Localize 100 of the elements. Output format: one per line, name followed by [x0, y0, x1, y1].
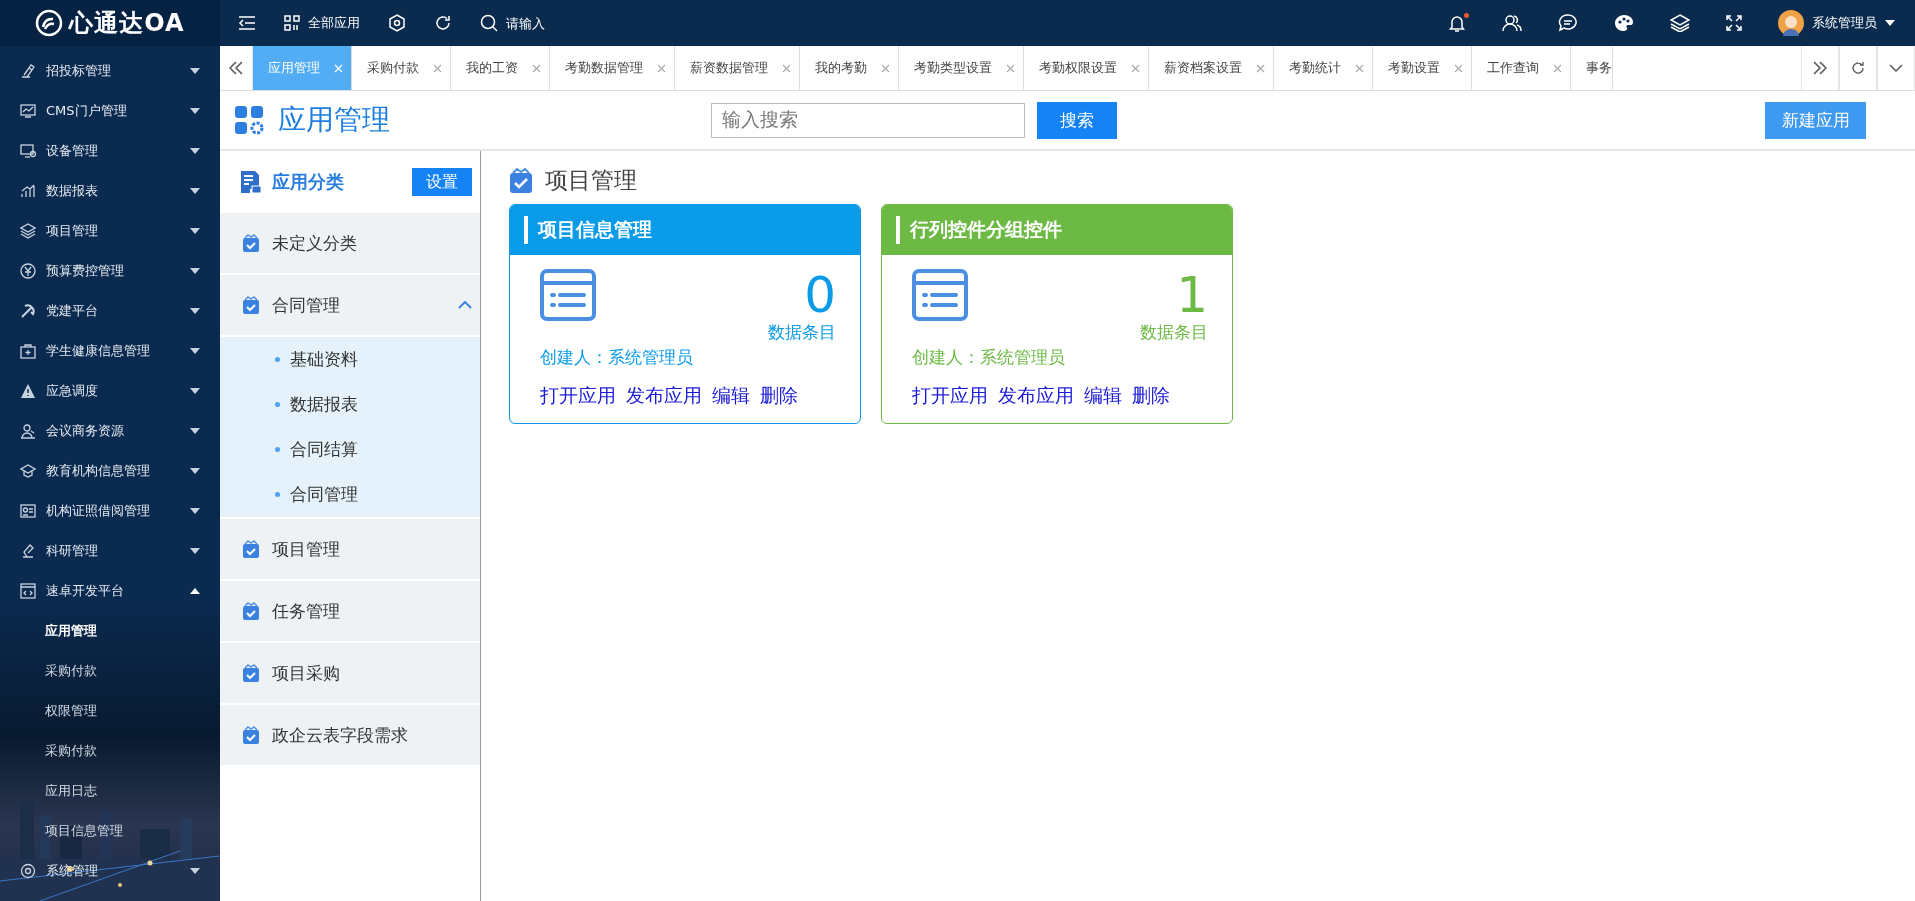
submenu-item[interactable]: 权限管理 — [0, 691, 220, 731]
tab[interactable]: 考勤权限设置 — [1024, 46, 1149, 90]
record-count: 1 — [1176, 269, 1208, 321]
layers-icon[interactable] — [1670, 14, 1690, 32]
box-icon — [242, 295, 260, 315]
tab[interactable]: 考勤类型设置 — [899, 46, 1024, 90]
tab[interactable]: 我的考勤 — [800, 46, 899, 90]
category-item[interactable]: 未定义分类 — [220, 213, 480, 275]
menu-icon[interactable] — [238, 15, 256, 31]
bullet-icon — [275, 402, 280, 407]
tab[interactable]: 薪资数据管理 — [675, 46, 800, 90]
sidebar-item[interactable]: 科研管理 — [0, 531, 220, 571]
caret-icon[interactable] — [190, 588, 200, 594]
caret-icon[interactable] — [190, 188, 200, 194]
category-item[interactable]: 项目采购 — [220, 643, 480, 705]
card-title: 行列控件分组控件 — [910, 217, 1062, 242]
tab[interactable]: 我的工资 — [451, 46, 550, 90]
caret-icon[interactable] — [190, 228, 200, 234]
logo-text: 心通达OA — [69, 8, 185, 39]
action-link[interactable]: 发布应用 — [626, 383, 702, 409]
subcategory-item[interactable]: 合同管理 — [290, 483, 358, 506]
search-field[interactable]: 请输入 — [506, 15, 626, 31]
settings-button[interactable]: 设置 — [412, 168, 472, 196]
menu-item-icon — [20, 863, 36, 879]
sidebar-item[interactable]: 学生健康信息管理 — [0, 331, 220, 371]
caret-icon[interactable] — [190, 868, 200, 874]
sidebar-item[interactable]: 项目管理 — [0, 211, 220, 251]
action-link[interactable]: 打开应用 — [912, 383, 988, 409]
tab[interactable]: 薪资档案设置 — [1149, 46, 1274, 90]
all-apps-link[interactable]: 全部应用 — [308, 14, 360, 32]
caret-icon[interactable] — [190, 508, 200, 514]
sidebar-item[interactable]: 系统管理 — [0, 851, 220, 891]
submenu-item[interactable]: 采购付款 — [0, 651, 220, 691]
double-chevron-right-icon[interactable] — [1813, 61, 1827, 75]
submenu-item[interactable]: 应用日志 — [0, 771, 220, 811]
action-link[interactable]: 删除 — [1132, 383, 1170, 409]
document-icon — [240, 170, 262, 194]
sidebar-item[interactable]: 应急调度 — [0, 371, 220, 411]
double-chevron-left-icon[interactable] — [229, 61, 243, 75]
user-name[interactable]: 系统管理员 — [1812, 14, 1877, 32]
tab[interactable]: 考勤数据管理 — [550, 46, 675, 90]
action-link[interactable]: 打开应用 — [540, 383, 616, 409]
subcategory-item[interactable]: 基础资料 — [290, 348, 358, 371]
menu-item-icon — [20, 103, 36, 119]
submenu-item[interactable]: 项目信息管理 — [0, 811, 220, 851]
caret-icon[interactable] — [190, 348, 200, 354]
category-item[interactable]: 政企云表字段需求 — [220, 705, 480, 767]
tab[interactable]: 采购付款 — [352, 46, 451, 90]
creator-text: 创建人：系统管理员 — [912, 346, 1066, 369]
caret-icon[interactable] — [1885, 20, 1895, 26]
hexagon-icon[interactable] — [388, 14, 406, 32]
caret-icon[interactable] — [190, 428, 200, 434]
category-item[interactable]: 任务管理 — [220, 581, 480, 643]
tab[interactable]: 考勤统计 — [1274, 46, 1373, 90]
logo-icon — [35, 9, 64, 37]
caret-icon[interactable] — [190, 468, 200, 474]
sidebar-item[interactable]: 速卓开发平台 — [0, 571, 220, 611]
sidebar-item[interactable]: 党建平台 — [0, 291, 220, 331]
sidebar-item[interactable]: 数据报表 — [0, 171, 220, 211]
menu-item-icon — [20, 303, 36, 319]
sidebar-item[interactable]: 设备管理 — [0, 131, 220, 171]
chevron-down-icon[interactable] — [1889, 61, 1903, 75]
subcategory-item[interactable]: 合同结算 — [290, 438, 358, 461]
search-button[interactable]: 搜索 — [1037, 101, 1117, 139]
submenu-item[interactable]: 采购付款 — [0, 731, 220, 771]
sidebar-item[interactable]: 招投标管理 — [0, 51, 220, 91]
caret-icon[interactable] — [190, 388, 200, 394]
sidebar-item[interactable]: CMS门户管理 — [0, 91, 220, 131]
caret-icon[interactable] — [190, 108, 200, 114]
tab[interactable]: 事务 — [1571, 46, 1613, 90]
chevron-up-icon[interactable] — [458, 301, 472, 309]
bullet-icon — [275, 357, 280, 362]
caret-icon[interactable] — [190, 148, 200, 154]
action-link[interactable]: 发布应用 — [998, 383, 1074, 409]
caret-icon[interactable] — [190, 68, 200, 74]
sidebar-item[interactable]: 预算费控管理 — [0, 251, 220, 291]
tab[interactable]: 工作查询 — [1472, 46, 1571, 90]
category-item[interactable]: 合同管理 — [220, 275, 480, 337]
sidebar-item[interactable]: 会议商务资源 — [0, 411, 220, 451]
palette-icon[interactable] — [1614, 14, 1634, 32]
grid-icon[interactable] — [284, 15, 300, 31]
tab[interactable]: 考勤设置 — [1373, 46, 1472, 90]
chat-icon[interactable] — [1558, 14, 1578, 32]
category-item[interactable]: 项目管理 — [220, 519, 480, 581]
refresh-icon[interactable] — [434, 14, 452, 32]
caret-icon[interactable] — [190, 308, 200, 314]
sidebar-item[interactable]: 教育机构信息管理 — [0, 451, 220, 491]
action-link[interactable]: 编辑 — [712, 383, 750, 409]
caret-icon[interactable] — [190, 268, 200, 274]
subcategory-item[interactable]: 数据报表 — [290, 393, 358, 416]
bell-icon[interactable] — [1448, 14, 1466, 32]
caret-icon[interactable] — [190, 548, 200, 554]
users-icon[interactable] — [1502, 14, 1522, 32]
sidebar-item[interactable]: 机构证照借阅管理 — [0, 491, 220, 531]
submenu-item[interactable]: 应用管理 — [0, 611, 220, 651]
search-field[interactable]: 输入搜索 — [711, 102, 1025, 138]
action-link[interactable]: 编辑 — [1084, 383, 1122, 409]
fullscreen-icon[interactable] — [1726, 15, 1742, 31]
action-link[interactable]: 删除 — [760, 383, 798, 409]
refresh-icon[interactable] — [1851, 61, 1865, 75]
